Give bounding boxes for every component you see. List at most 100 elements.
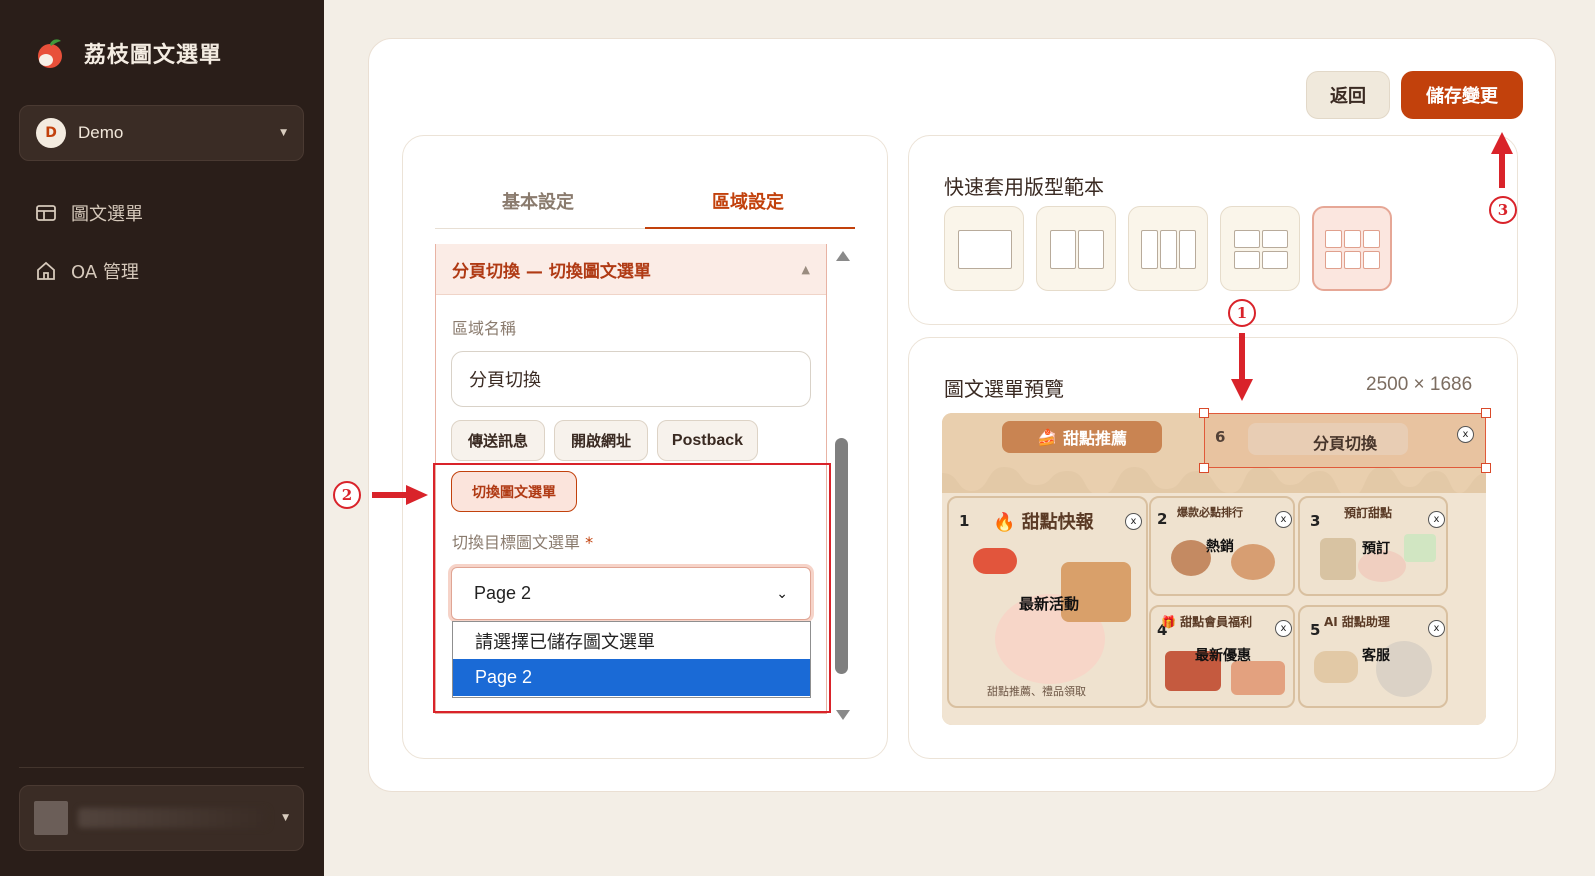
action-send-message[interactable]: 傳送訊息	[451, 420, 545, 461]
tile-number: 1	[959, 512, 970, 530]
tile-action-label: 熱銷	[1206, 539, 1234, 555]
annotation-arrow-up	[1491, 132, 1513, 188]
scroll-down-arrow[interactable]	[836, 710, 850, 720]
resize-handle[interactable]	[1481, 463, 1491, 473]
save-button[interactable]: 儲存變更	[1401, 71, 1523, 119]
template-1x1[interactable]	[944, 206, 1024, 291]
tile-number: 2	[1157, 510, 1168, 528]
tile-action-label: 最新優惠	[1195, 648, 1251, 664]
menu-tab-dessert: 🍰 甜點推薦	[1002, 421, 1162, 453]
resize-handle[interactable]	[1481, 408, 1491, 418]
lychee-logo-icon	[38, 39, 62, 68]
new-badge	[973, 548, 1017, 574]
scroll-up-arrow[interactable]	[836, 251, 850, 261]
member-card-illustration	[1231, 661, 1285, 695]
template-cell	[1262, 251, 1288, 269]
remove-region-icon[interactable]: x	[1428, 620, 1445, 637]
tile-title: 🔥 甜點快報	[993, 512, 1094, 533]
macaron-illustration	[1171, 540, 1211, 576]
flour-bag-illustration	[1320, 538, 1356, 580]
template-heading: 快速套用版型範本	[944, 175, 1104, 199]
remove-region-icon[interactable]: x	[1125, 513, 1142, 530]
annotation-highlight-box	[433, 463, 831, 713]
home-icon	[37, 261, 55, 280]
sidebar: 荔枝圖文選單 D Demo ▼ 圖文選單 OA 管理 ▼	[0, 0, 324, 876]
annotation-marker-3: 3	[1489, 196, 1517, 224]
calendar-illustration	[1404, 534, 1436, 562]
workspace-name: Demo	[78, 123, 124, 142]
caret-down-icon: ▼	[282, 813, 289, 823]
tart-illustration	[1231, 544, 1275, 580]
resize-handle[interactable]	[1199, 408, 1209, 418]
template-cell	[1234, 230, 1260, 248]
remove-region-icon[interactable]: x	[1457, 426, 1474, 443]
caret-down-icon: ▼	[280, 128, 287, 138]
remove-region-icon[interactable]: x	[1275, 620, 1292, 637]
template-3x2[interactable]	[1312, 206, 1392, 291]
collapse-icon[interactable]: ▲	[802, 263, 810, 276]
workspace-avatar: D	[36, 118, 66, 148]
nav-label: 圖文選單	[71, 204, 143, 225]
region-title: 分頁切換 — 切換圖文選單	[452, 261, 651, 282]
user-select[interactable]: ▼	[19, 785, 304, 851]
template-cell	[1141, 230, 1158, 269]
back-button[interactable]: 返回	[1306, 71, 1390, 119]
resize-handle[interactable]	[1199, 463, 1209, 473]
brand-title: 荔枝圖文選單	[84, 42, 223, 68]
menu-tile-4: 4 🎁 甜點會員福利 x 最新優惠	[1149, 605, 1295, 708]
tile-action-label: 最新活動	[1019, 595, 1080, 613]
nav-item-oa[interactable]: OA 管理	[35, 258, 139, 284]
template-cell	[1344, 230, 1361, 248]
tile-footer: 甜點推薦、禮品領取	[987, 685, 1086, 698]
tile-number: 3	[1310, 512, 1321, 530]
region-header[interactable]: 分頁切換 — 切換圖文選單 ▲	[436, 244, 826, 295]
tab-basic-settings[interactable]: 基本設定	[502, 188, 574, 214]
preview-heading: 圖文選單預覽	[944, 377, 1064, 401]
action-postback[interactable]: Postback	[657, 420, 758, 461]
remove-region-icon[interactable]: x	[1428, 511, 1445, 528]
scrollbar-thumb[interactable]	[835, 438, 848, 674]
avatar	[34, 801, 68, 835]
annotation-arrow-down	[1231, 333, 1253, 401]
remove-region-icon[interactable]: x	[1275, 511, 1292, 528]
template-cell	[1325, 251, 1342, 269]
template-cell	[1344, 251, 1361, 269]
sidebar-divider	[19, 767, 304, 768]
template-cell	[1179, 230, 1196, 269]
tile-title: 🎁 甜點會員福利	[1161, 615, 1253, 629]
menu-tile-1: 1 🔥 甜點快報 x 最新活動 甜點推薦、禮品領取	[947, 496, 1148, 708]
workspace-select[interactable]: D Demo ▼	[19, 105, 304, 161]
cake-icon: 🍰	[1037, 427, 1057, 447]
region-name-label: 區域名稱	[452, 319, 517, 338]
tile-number: 5	[1310, 621, 1321, 639]
region-name-input[interactable]	[451, 351, 811, 407]
template-cell	[1363, 230, 1380, 248]
tile-title: 爆款必點排行	[1177, 506, 1243, 519]
tile-title-text: 甜點會員福利	[1180, 615, 1253, 629]
nav-item-richmenu[interactable]: 圖文選單	[35, 200, 143, 226]
nav-label: OA 管理	[71, 262, 139, 283]
preview-size: 2500 × 1686	[1366, 374, 1473, 395]
template-cell	[1262, 230, 1288, 248]
chat-bubble-illustration	[1314, 651, 1358, 683]
menu-tab-label: 甜點推薦	[1062, 429, 1127, 448]
template-cell	[958, 230, 1012, 269]
selected-region-box[interactable]	[1204, 413, 1486, 468]
action-open-url[interactable]: 開啟網址	[554, 420, 648, 461]
template-cell	[1078, 230, 1104, 269]
template-cell	[1160, 230, 1177, 269]
tile-title-text: 甜點快報	[1021, 512, 1094, 533]
template-3col[interactable]	[1128, 206, 1208, 291]
tile-action-label: 客服	[1362, 648, 1390, 664]
annotation-marker-2: 2	[333, 481, 361, 509]
template-2col[interactable]	[1036, 206, 1116, 291]
active-tab-indicator	[645, 227, 855, 229]
annotation-marker-1: 1	[1228, 299, 1256, 327]
menu-tile-5: 5 AI 甜點助理 x 客服	[1298, 605, 1448, 708]
tab-region-settings[interactable]: 區域設定	[712, 188, 784, 214]
tile-title: 預訂甜點	[1344, 506, 1393, 520]
template-cell	[1325, 230, 1342, 248]
tile-title: AI 甜點助理	[1324, 615, 1390, 629]
template-2x2[interactable]	[1220, 206, 1300, 291]
template-cell	[1050, 230, 1076, 269]
